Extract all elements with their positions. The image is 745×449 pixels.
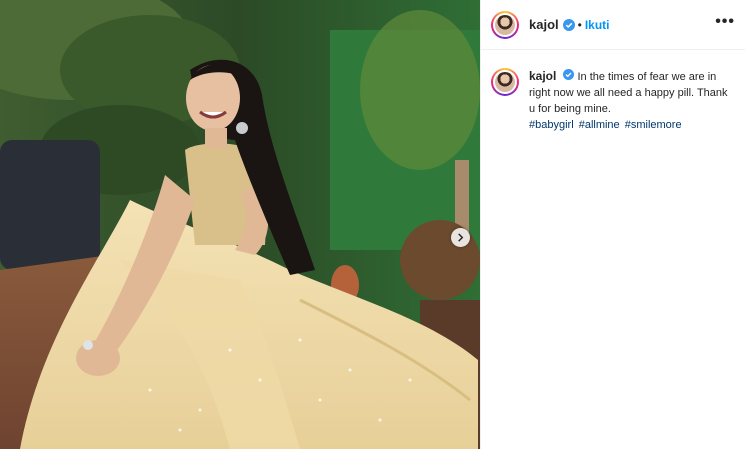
hashtags: #babygirl #allmine #smilemore	[529, 117, 733, 133]
post-photo[interactable]	[0, 0, 480, 449]
username-link[interactable]: kajol	[529, 17, 559, 32]
caption-row: kajol In the times of fear we are in rig…	[481, 50, 745, 133]
verified-badge-icon	[562, 18, 575, 31]
caption-avatar[interactable]	[491, 68, 519, 96]
instagram-post: kajol • Ikuti ••• kajol In the times of …	[0, 0, 745, 449]
hashtag-link[interactable]: #smilemore	[625, 119, 682, 131]
post-header: kajol • Ikuti •••	[481, 0, 745, 50]
hashtag-link[interactable]: #babygirl	[529, 119, 574, 131]
verified-badge-icon	[563, 69, 575, 80]
post-side-panel: kajol • Ikuti ••• kajol In the times of …	[480, 0, 745, 449]
avatar[interactable]	[491, 10, 519, 39]
chevron-right-icon	[458, 233, 464, 242]
follow-button[interactable]: Ikuti	[585, 18, 610, 32]
caption-username-link[interactable]: kajol	[529, 69, 556, 83]
caption-body: In the times of fear we are in right now…	[529, 71, 728, 115]
photo-illustration	[0, 0, 480, 449]
separator: •	[577, 17, 582, 32]
hashtag-link[interactable]: #allmine	[579, 119, 620, 131]
more-options-icon[interactable]: •••	[715, 14, 735, 30]
next-photo-button[interactable]	[451, 228, 470, 247]
caption: kajol In the times of fear we are in rig…	[529, 68, 733, 133]
